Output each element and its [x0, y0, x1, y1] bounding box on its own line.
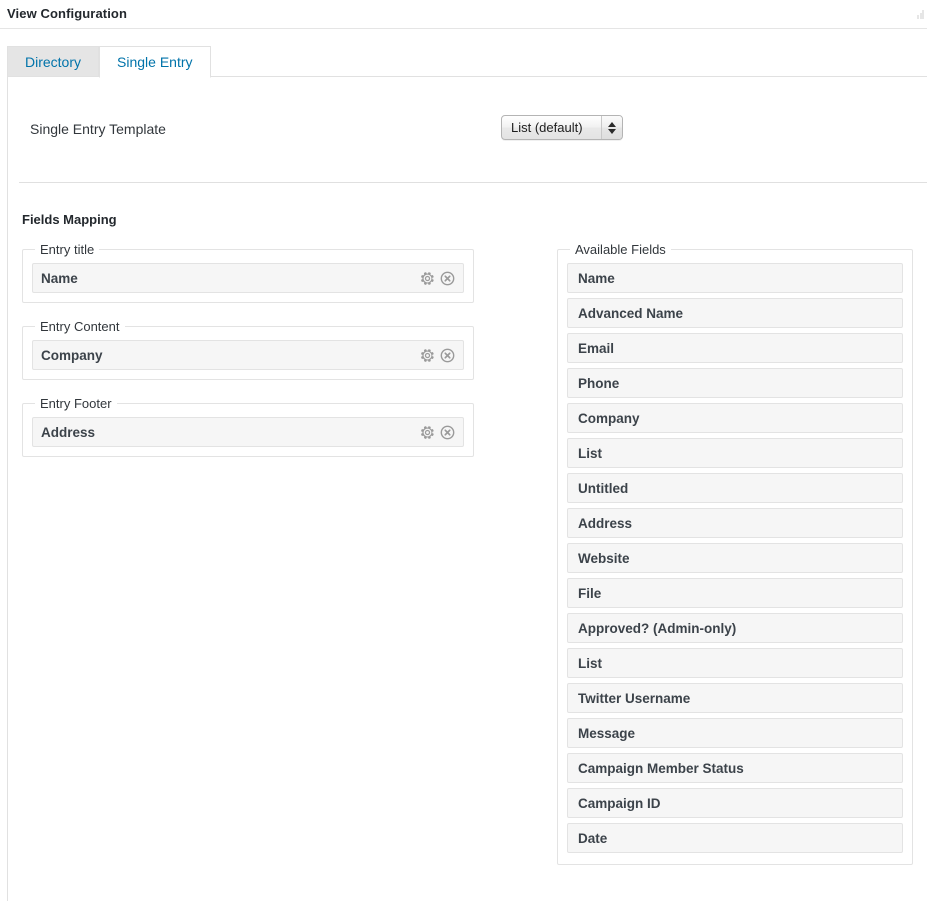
- available-field-label: Advanced Name: [578, 305, 684, 321]
- mapped-field-label: Address: [41, 424, 96, 440]
- available-field-label: Name: [578, 270, 615, 286]
- available-field-label: Company: [578, 410, 640, 426]
- available-field-item[interactable]: List: [567, 438, 903, 468]
- available-field-item[interactable]: Date: [567, 823, 903, 853]
- resize-handle-icon: [917, 10, 924, 19]
- available-field-label: Twitter Username: [578, 690, 691, 706]
- available-fields-column: Available Fields Name Advanced Name Email P…: [557, 243, 913, 865]
- zone-entry-content-legend: Entry Content: [40, 319, 120, 334]
- available-field-label: Approved? (Admin-only): [578, 620, 737, 636]
- page-header: View Configuration: [0, 0, 927, 29]
- mapped-field-row[interactable]: Name: [32, 263, 464, 293]
- single-entry-template-row: Single Entry Template List (default): [8, 77, 927, 183]
- available-field-item[interactable]: Untitled: [567, 473, 903, 503]
- gear-icon[interactable]: [420, 348, 435, 363]
- tab-bar: Directory Single Entry: [7, 46, 211, 78]
- zone-entry-content: Entry Content Company: [22, 320, 474, 380]
- remove-circle-icon[interactable]: [440, 271, 455, 286]
- zone-entry-footer: Entry Footer Address: [22, 397, 474, 457]
- available-field-label: Campaign Member Status: [578, 760, 744, 776]
- tab-single-entry-label: Single Entry: [117, 54, 193, 70]
- single-entry-template-label: Single Entry Template: [30, 121, 166, 137]
- available-field-label: Untitled: [578, 480, 629, 496]
- available-field-item[interactable]: Campaign Member Status: [567, 753, 903, 783]
- mapped-field-label: Company: [41, 347, 103, 363]
- available-field-item[interactable]: Advanced Name: [567, 298, 903, 328]
- available-fields-list: Name Advanced Name Email Phone Company List Un…: [567, 263, 903, 853]
- zone-entry-title-legend: Entry title: [40, 242, 95, 257]
- available-field-item[interactable]: Campaign ID: [567, 788, 903, 818]
- available-field-item[interactable]: Name: [567, 263, 903, 293]
- tab-directory-label: Directory: [25, 53, 82, 70]
- available-field-item[interactable]: Email: [567, 333, 903, 363]
- available-field-item[interactable]: Approved? (Admin-only): [567, 613, 903, 643]
- gear-icon[interactable]: [420, 271, 435, 286]
- tab-directory[interactable]: Directory: [7, 46, 100, 77]
- zone-entry-title: Entry title Name: [22, 243, 474, 303]
- available-field-label: Message: [578, 725, 636, 741]
- fields-mapping-title: Fields Mapping: [22, 212, 117, 227]
- available-fields-fieldset: Available Fields Name Advanced Name Email P…: [557, 243, 913, 865]
- available-field-label: Phone: [578, 375, 620, 391]
- available-field-item[interactable]: Company: [567, 403, 903, 433]
- page-title: View Configuration: [7, 6, 128, 21]
- available-field-item[interactable]: File: [567, 578, 903, 608]
- remove-circle-icon[interactable]: [440, 425, 455, 440]
- mapped-field-label: Name: [41, 270, 78, 286]
- available-field-label: Address: [578, 515, 633, 531]
- single-entry-template-select-wrapper: List (default): [501, 115, 623, 140]
- available-fields-legend: Available Fields: [575, 242, 666, 257]
- available-field-item[interactable]: Website: [567, 543, 903, 573]
- available-field-label: List: [578, 655, 603, 671]
- single-entry-template-select[interactable]: List (default): [501, 115, 623, 140]
- available-field-item[interactable]: Twitter Username: [567, 683, 903, 713]
- available-field-label: Email: [578, 340, 615, 356]
- remove-circle-icon[interactable]: [440, 348, 455, 363]
- field-actions: [420, 264, 455, 292]
- fields-mapping-zones: Entry title Name Entry Content Company E…: [22, 243, 474, 474]
- available-field-label: Campaign ID: [578, 795, 661, 811]
- field-actions: [420, 341, 455, 369]
- available-field-label: Date: [578, 830, 608, 846]
- available-field-item[interactable]: List: [567, 648, 903, 678]
- available-field-item[interactable]: Address: [567, 508, 903, 538]
- available-field-item[interactable]: Message: [567, 718, 903, 748]
- available-field-item[interactable]: Phone: [567, 368, 903, 398]
- zone-entry-footer-legend: Entry Footer: [40, 396, 112, 411]
- field-actions: [420, 418, 455, 446]
- mapped-field-row[interactable]: Company: [32, 340, 464, 370]
- available-field-label: List: [578, 445, 603, 461]
- available-field-label: File: [578, 585, 602, 601]
- view-configuration-page: View Configuration Directory Single Entr…: [0, 0, 927, 901]
- tab-single-entry[interactable]: Single Entry: [99, 46, 211, 78]
- section-divider: [19, 182, 927, 183]
- available-field-label: Website: [578, 550, 630, 566]
- mapped-field-row[interactable]: Address: [32, 417, 464, 447]
- single-entry-panel: Single Entry Template List (default) Fie…: [7, 76, 927, 901]
- gear-icon[interactable]: [420, 425, 435, 440]
